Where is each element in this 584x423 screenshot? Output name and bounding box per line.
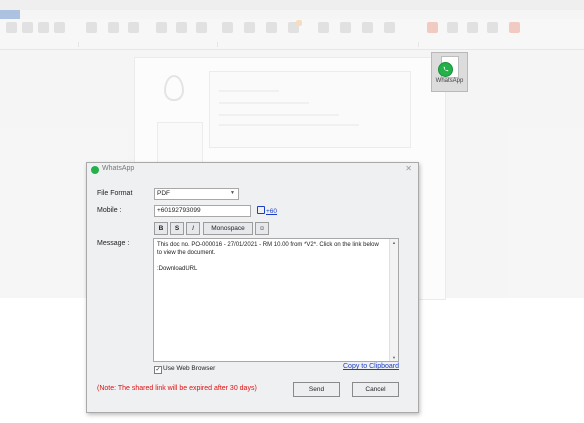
message-text: This doc no. PO-000016 - 27/01/2021 - RM…: [157, 242, 379, 272]
dialog-title: WhatsApp: [102, 165, 135, 172]
side-panel: [157, 122, 203, 164]
ribbon-button: [266, 22, 277, 33]
message-textarea[interactable]: This doc no. PO-000016 - 27/01/2021 - RM…: [153, 238, 399, 362]
ribbon-button: [108, 22, 119, 33]
whatsapp-tile-label: WhatsApp: [435, 78, 464, 84]
file-format-label: File Format: [97, 190, 133, 197]
message-scrollbar[interactable]: ▲ ▼: [389, 239, 398, 361]
form-line: [219, 102, 309, 104]
scroll-up-icon[interactable]: ▲: [390, 240, 398, 245]
document-icon: [438, 56, 459, 78]
expiry-note: (Note: The shared link will be expired a…: [97, 385, 257, 392]
ribbon-button: [222, 22, 233, 33]
form-line: [219, 90, 279, 92]
country-code-link[interactable]: +60: [257, 206, 277, 215]
phone-code-icon: [257, 206, 265, 214]
ribbon-button: [196, 22, 207, 33]
cancel-button[interactable]: Cancel: [352, 382, 399, 397]
use-web-browser-label: Use Web Browser: [163, 365, 216, 372]
ribbon-group: [0, 42, 79, 47]
country-code-text: +60: [266, 208, 278, 215]
message-label: Message :: [97, 240, 130, 247]
file-format-value: PDF: [157, 190, 170, 197]
strikethrough-button[interactable]: S: [170, 222, 184, 235]
dialog-title-bar[interactable]: WhatsApp ✕: [87, 163, 418, 177]
copy-to-clipboard-link[interactable]: Copy to Clipboard: [343, 363, 399, 370]
monospace-button[interactable]: Monospace: [203, 222, 253, 235]
emoji-icon: ☺: [258, 225, 266, 232]
scroll-down-icon[interactable]: ▼: [390, 355, 398, 360]
mobile-label: Mobile :: [97, 207, 122, 214]
ribbon-button: [244, 22, 255, 33]
chevron-down-icon: ▼: [230, 190, 235, 196]
form-line: [219, 124, 359, 126]
ribbon-button: [467, 22, 478, 33]
whatsapp-icon: [438, 62, 453, 77]
ribbon-button: [487, 22, 498, 33]
use-web-browser-checkbox[interactable]: ✓: [154, 366, 162, 374]
send-button[interactable]: Send: [293, 382, 340, 397]
ribbon-button: [318, 22, 329, 33]
app-title-bar: [0, 0, 584, 10]
form-panel: [209, 71, 411, 148]
ribbon-button: [427, 22, 438, 33]
file-tab: [0, 10, 20, 19]
ribbon-button: [156, 22, 167, 33]
ribbon-button: [384, 22, 395, 33]
ribbon-button: [447, 22, 458, 33]
bold-button[interactable]: B: [154, 222, 168, 235]
ribbon-button: [6, 22, 17, 33]
ribbon-button: [509, 22, 520, 33]
ribbon-button: [340, 22, 351, 33]
ribbon-group: [79, 42, 218, 47]
italic-button[interactable]: I: [186, 222, 200, 235]
mobile-input[interactable]: +60192793099: [154, 205, 251, 217]
whatsapp-dialog: WhatsApp ✕ File Format PDF ▼ Mobile : +6…: [86, 162, 419, 413]
ribbon-button: [128, 22, 139, 33]
ribbon-button: [22, 22, 33, 33]
mobile-value: +60192793099: [157, 207, 201, 214]
form-line: [219, 114, 339, 116]
whatsapp-tile-button[interactable]: WhatsApp: [431, 52, 468, 92]
ribbon-button: [362, 22, 373, 33]
ribbon-button: [176, 22, 187, 33]
ribbon-button: [86, 22, 97, 33]
logo-placeholder: [164, 75, 184, 101]
ribbon-group: [218, 42, 419, 47]
emoji-button[interactable]: ☺: [255, 222, 269, 235]
ribbon-button: [54, 22, 65, 33]
ribbon-button: [38, 22, 49, 33]
file-format-select[interactable]: PDF ▼: [154, 188, 239, 200]
close-icon[interactable]: ✕: [405, 164, 412, 173]
whatsapp-icon: [91, 166, 99, 174]
ribbon-badge: [296, 20, 302, 26]
